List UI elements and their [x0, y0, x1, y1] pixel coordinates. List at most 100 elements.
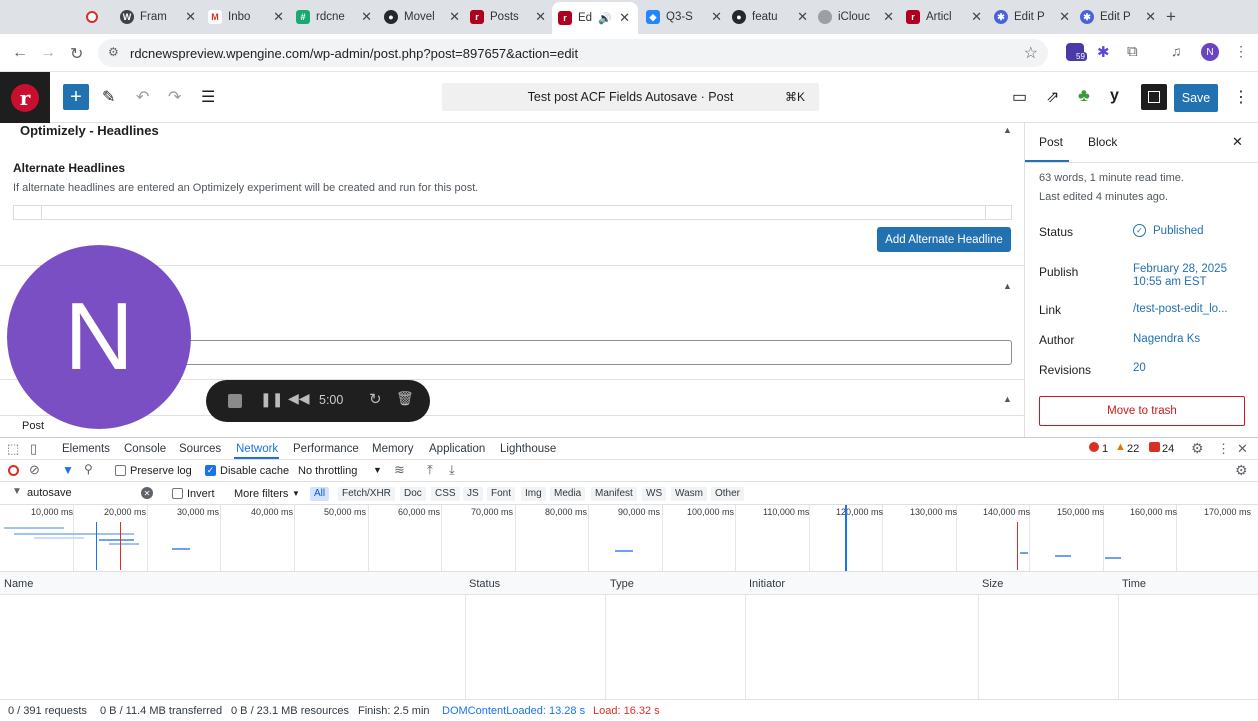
collapse-icon[interactable]: ▲ — [1003, 281, 1012, 291]
inspect-icon[interactable]: ⬚ — [7, 441, 19, 457]
undo-icon[interactable]: ↶ — [136, 87, 149, 107]
site-info-icon[interactable]: ⚙ — [108, 45, 119, 59]
close-icon[interactable]: ✕ — [971, 9, 982, 25]
speaker-icon[interactable]: 🔊 — [598, 12, 612, 25]
throttling-select[interactable]: No throttling — [298, 465, 357, 477]
network-conditions-icon[interactable]: ≋ — [394, 462, 405, 478]
new-tab-button[interactable]: + — [1166, 7, 1176, 27]
external-link-icon[interactable]: ⇗ — [1046, 87, 1059, 107]
settings-sidebar-toggle[interactable] — [1141, 84, 1167, 110]
close-icon[interactable]: ✕ — [883, 9, 894, 25]
preserve-log-checkbox[interactable] — [115, 465, 126, 476]
network-settings-icon[interactable]: ⚙ — [1235, 462, 1248, 479]
document-overview-icon[interactable]: ☰ — [201, 87, 215, 107]
close-icon[interactable]: ✕ — [449, 9, 460, 25]
status-value[interactable]: Published — [1153, 225, 1204, 237]
browser-tab[interactable]: ● Movel ✕ — [384, 6, 464, 28]
extensions-icon[interactable]: ⧉ — [1127, 43, 1138, 60]
trash-icon[interactable]: 🗑 — [396, 390, 414, 407]
devtools-tab[interactable]: Performance — [293, 443, 359, 455]
export-har-icon[interactable]: ⤓ — [449, 462, 455, 478]
filter-icon[interactable]: ▼ — [62, 463, 74, 477]
add-alternate-headline-button[interactable]: Add Alternate Headline — [877, 227, 1011, 252]
close-icon[interactable]: ✕ — [535, 9, 546, 25]
type-filter[interactable]: Media — [550, 487, 586, 501]
devtools-tab[interactable]: Memory — [372, 443, 414, 455]
back-icon[interactable]: ← — [12, 44, 28, 62]
redo-icon[interactable]: ↷ — [168, 87, 181, 107]
reload-icon[interactable]: ↻ — [70, 44, 83, 64]
browser-tab[interactable] — [86, 6, 112, 28]
close-icon[interactable]: ✕ — [185, 9, 196, 25]
devtools-tab[interactable]: Application — [429, 443, 485, 455]
column-header-status[interactable]: Status — [469, 578, 500, 590]
stop-icon[interactable] — [228, 394, 242, 408]
close-icon[interactable]: ✕ — [711, 9, 722, 25]
bookmark-star-icon[interactable]: ☆ — [1024, 43, 1038, 63]
error-count[interactable]: 1 — [1102, 443, 1108, 455]
revisions-value[interactable]: 20 — [1133, 362, 1146, 374]
browser-tab[interactable]: ✱ Edit P ✕ — [994, 6, 1074, 28]
extension-icon[interactable]: 59 — [1066, 43, 1087, 61]
more-filters-dropdown[interactable]: More filters — [234, 488, 288, 500]
pause-icon[interactable]: ❚❚ — [260, 391, 283, 408]
browser-tab[interactable]: ✱ Edit P ✕ — [1080, 6, 1160, 28]
more-menu-icon[interactable]: ⋮ — [1217, 441, 1230, 457]
more-menu-icon[interactable]: ⋮ — [1234, 43, 1248, 60]
browser-tab[interactable]: W Fram ✕ — [120, 6, 200, 28]
column-header-type[interactable]: Type — [610, 578, 634, 590]
type-filter[interactable]: CSS — [431, 487, 460, 501]
browser-tab-active[interactable]: r Ed 🔊 ✕ — [552, 2, 638, 34]
collapse-icon[interactable]: ▲ — [1003, 394, 1012, 404]
column-header-name[interactable]: Name — [4, 578, 33, 590]
command-palette[interactable]: Test post ACF Fields Autosave · Post ⌘K — [442, 83, 819, 111]
add-block-button[interactable]: + — [63, 84, 89, 110]
profile-avatar[interactable]: N — [1201, 43, 1219, 61]
close-icon[interactable]: ✕ — [1145, 9, 1156, 25]
address-bar[interactable]: ⚙ rdcnewspreview.wpengine.com/wp-admin/p… — [98, 39, 1048, 67]
type-filter-all[interactable]: All — [310, 487, 330, 501]
disable-cache-checkbox[interactable]: ✓ — [205, 465, 216, 476]
search-icon[interactable]: ⚲ — [84, 462, 93, 476]
column-header-initiator[interactable]: Initiator — [749, 578, 785, 590]
import-har-icon[interactable]: ⤒ — [427, 462, 433, 478]
tab-post[interactable]: Post — [1039, 135, 1063, 149]
browser-tab[interactable]: r Posts ✕ — [470, 6, 550, 28]
close-icon[interactable]: ✕ — [1232, 134, 1243, 150]
close-icon[interactable]: ✕ — [361, 9, 372, 25]
browser-tab[interactable]: # rdcne ✕ — [296, 6, 376, 28]
close-icon[interactable]: ✕ — [273, 9, 284, 25]
move-to-trash-button[interactable]: Move to trash — [1039, 396, 1245, 426]
filter-input[interactable]: autosave — [27, 487, 72, 499]
device-preview-icon[interactable]: ▭ — [1012, 87, 1027, 107]
devtools-tab[interactable]: Elements — [62, 443, 110, 455]
devtools-tab[interactable]: Lighthouse — [500, 443, 556, 455]
type-filter[interactable]: JS — [463, 487, 483, 501]
close-icon[interactable]: ✕ — [1059, 9, 1070, 25]
type-filter[interactable]: Manifest — [591, 487, 637, 501]
column-header-size[interactable]: Size — [982, 578, 1003, 590]
browser-tab[interactable]: iClouc ✕ — [818, 6, 898, 28]
clear-filter-icon[interactable]: ✕ — [141, 487, 153, 499]
save-button[interactable]: Save — [1174, 84, 1218, 112]
yoast-icon[interactable]: y — [1110, 87, 1119, 105]
publish-time[interactable]: 10:55 am EST — [1133, 276, 1207, 288]
type-filter[interactable]: Img — [521, 487, 546, 501]
issues-count[interactable]: 24 — [1162, 443, 1174, 455]
site-logo[interactable]: r — [0, 72, 50, 123]
close-icon[interactable]: ✕ — [619, 10, 630, 26]
link-value[interactable]: /test-post-edit_lo... — [1133, 303, 1228, 315]
forward-icon[interactable]: → — [40, 44, 56, 62]
invert-checkbox[interactable] — [172, 488, 183, 499]
browser-tab[interactable]: ◆ Q3-S ✕ — [646, 6, 726, 28]
rewind-icon[interactable]: ◀◀ — [288, 390, 310, 407]
media-control-icon[interactable]: ♫ — [1171, 43, 1182, 59]
close-devtools-icon[interactable]: ✕ — [1237, 441, 1248, 457]
column-header-time[interactable]: Time — [1122, 578, 1146, 590]
author-value[interactable]: Nagendra Ks — [1133, 333, 1200, 345]
restart-icon[interactable]: ↻ — [369, 390, 382, 408]
devtools-tab-active[interactable]: Network — [236, 443, 278, 455]
clear-icon[interactable]: ⊘ — [29, 462, 40, 478]
collapse-icon[interactable]: ▲ — [1003, 125, 1012, 135]
options-menu-icon[interactable]: ⋮ — [1233, 87, 1249, 107]
